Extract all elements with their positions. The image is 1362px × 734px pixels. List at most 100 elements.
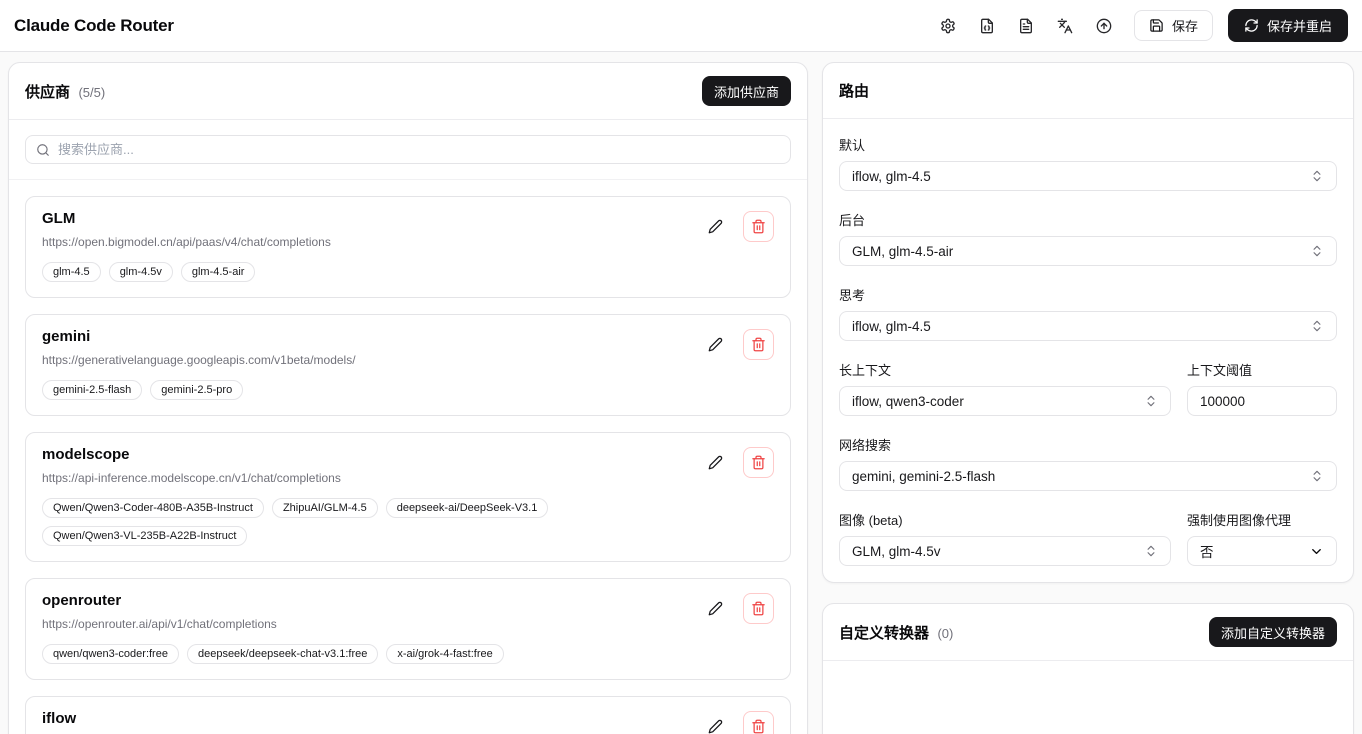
- pencil-icon: [708, 601, 723, 616]
- background-model-select[interactable]: GLM, glm-4.5-air: [839, 236, 1337, 266]
- think-model-select[interactable]: iflow, glm-4.5: [839, 311, 1337, 341]
- providers-count: (5/5): [78, 85, 105, 100]
- transformers-count: (0): [937, 626, 953, 641]
- field-image: 图像 (beta) GLM, glm-4.5v: [839, 510, 1171, 566]
- provider-url: https://openrouter.ai/api/v1/chat/comple…: [42, 617, 504, 631]
- translate-icon: [1057, 18, 1073, 34]
- model-tag: gemini-2.5-flash: [42, 380, 142, 400]
- force-image-proxy-value: 否: [1200, 541, 1214, 561]
- edit-provider-button[interactable]: [700, 593, 730, 623]
- save-button[interactable]: 保存: [1134, 10, 1213, 41]
- provider-url: https://open.bigmodel.cn/api/paas/v4/cha…: [42, 235, 331, 249]
- model-tag: deepseek/deepseek-chat-v3.1:free: [187, 644, 378, 664]
- providers-panel: 供应商 (5/5) 添加供应商 GLM https://open.bigmode…: [8, 62, 808, 734]
- transformers-list-empty: [823, 661, 1353, 734]
- chevrons-up-down-icon: [1144, 394, 1158, 408]
- image-model-value: GLM, glm-4.5v: [852, 544, 941, 559]
- field-image-label: 图像 (beta): [839, 510, 1171, 529]
- provider-card: gemini https://generativelanguage.google…: [25, 314, 791, 416]
- force-image-proxy-select[interactable]: 否: [1187, 536, 1337, 566]
- field-web-search: 网络搜索 gemini, gemini-2.5-flash: [839, 435, 1337, 491]
- save-restart-button-label: 保存并重启: [1267, 16, 1332, 35]
- model-tag: ZhipuAI/GLM-4.5: [272, 498, 378, 518]
- provider-search-area: [9, 120, 807, 180]
- model-tag: Qwen/Qwen3-VL-235B-A22B-Instruct: [42, 526, 247, 546]
- add-transformer-button[interactable]: 添加自定义转换器: [1209, 617, 1337, 647]
- default-model-value: iflow, glm-4.5: [852, 169, 931, 184]
- image-model-select[interactable]: GLM, glm-4.5v: [839, 536, 1171, 566]
- delete-provider-button[interactable]: [743, 447, 774, 478]
- transformers-panel-header: 自定义转换器 (0) 添加自定义转换器: [823, 604, 1353, 661]
- field-long-context: 长上下文 iflow, qwen3-coder: [839, 360, 1171, 416]
- provider-search-input[interactable]: [25, 135, 791, 164]
- chevron-down-icon: [1309, 544, 1324, 559]
- model-tags: gemini-2.5-flash gemini-2.5-pro: [42, 380, 356, 400]
- gear-icon: [940, 18, 956, 34]
- delete-provider-button[interactable]: [743, 593, 774, 624]
- context-threshold-input[interactable]: [1187, 386, 1337, 416]
- save-restart-button[interactable]: 保存并重启: [1228, 9, 1348, 42]
- model-tags: qwen/qwen3-coder:free deepseek/deepseek-…: [42, 644, 504, 664]
- long-context-model-value: iflow, qwen3-coder: [852, 394, 964, 409]
- chevrons-up-down-icon: [1310, 169, 1324, 183]
- chevrons-up-down-icon: [1310, 244, 1324, 258]
- provider-actions: [700, 592, 774, 664]
- trash-icon: [751, 337, 766, 352]
- json-config-button[interactable]: [970, 9, 1004, 43]
- transformers-title: 自定义转换器: [839, 625, 929, 642]
- right-column: 路由 默认 iflow, glm-4.5 后台 GLM, glm-4.5-air: [822, 62, 1354, 734]
- pencil-icon: [708, 719, 723, 734]
- edit-provider-button[interactable]: [700, 447, 730, 477]
- trash-icon: [751, 719, 766, 734]
- save-button-label: 保存: [1172, 16, 1198, 35]
- main-content: 供应商 (5/5) 添加供应商 GLM https://open.bigmode…: [0, 52, 1362, 734]
- provider-list: GLM https://open.bigmodel.cn/api/paas/v4…: [9, 180, 807, 734]
- web-search-model-select[interactable]: gemini, gemini-2.5-flash: [839, 461, 1337, 491]
- edit-provider-button[interactable]: [700, 329, 730, 359]
- app-title: Claude Code Router: [14, 16, 174, 36]
- field-image-row: 图像 (beta) GLM, glm-4.5v 强制使用图像代理 否: [839, 510, 1337, 566]
- log-file-icon: [1018, 18, 1034, 34]
- field-force-image-proxy: 强制使用图像代理 否: [1187, 510, 1337, 566]
- long-context-model-select[interactable]: iflow, qwen3-coder: [839, 386, 1171, 416]
- providers-panel-header: 供应商 (5/5) 添加供应商: [9, 63, 807, 120]
- log-file-button[interactable]: [1009, 9, 1043, 43]
- field-long-context-label: 长上下文: [839, 360, 1171, 379]
- model-tag: glm-4.5v: [109, 262, 173, 282]
- circle-arrow-up-icon: [1096, 18, 1112, 34]
- edit-provider-button[interactable]: [700, 211, 730, 241]
- model-tag: glm-4.5: [42, 262, 101, 282]
- provider-card: iflow https://apis.iflow.cn/v1/chat/comp…: [25, 696, 791, 734]
- field-web-search-label: 网络搜索: [839, 435, 1337, 454]
- provider-actions: [700, 210, 774, 282]
- model-tag: x-ai/grok-4-fast:free: [386, 644, 503, 664]
- default-model-select[interactable]: iflow, glm-4.5: [839, 161, 1337, 191]
- update-button[interactable]: [1087, 9, 1121, 43]
- field-default: 默认 iflow, glm-4.5: [839, 135, 1337, 191]
- delete-provider-button[interactable]: [743, 711, 774, 734]
- model-tags: Qwen/Qwen3-Coder-480B-A35B-Instruct Zhip…: [42, 498, 700, 546]
- provider-name: modelscope: [42, 446, 700, 463]
- model-tag: qwen/qwen3-coder:free: [42, 644, 179, 664]
- edit-provider-button[interactable]: [700, 711, 730, 734]
- add-provider-button[interactable]: 添加供应商: [702, 76, 791, 106]
- delete-provider-button[interactable]: [743, 211, 774, 242]
- model-tag: deepseek-ai/DeepSeek-V3.1: [386, 498, 549, 518]
- settings-button[interactable]: [931, 9, 965, 43]
- transformers-panel: 自定义转换器 (0) 添加自定义转换器: [822, 603, 1354, 734]
- field-long-context-row: 长上下文 iflow, qwen3-coder 上下文阈值: [839, 360, 1337, 416]
- router-title: 路由: [839, 80, 869, 101]
- delete-provider-button[interactable]: [743, 329, 774, 360]
- chevrons-up-down-icon: [1310, 319, 1324, 333]
- language-button[interactable]: [1048, 9, 1082, 43]
- save-icon: [1149, 18, 1164, 33]
- provider-card: openrouter https://openrouter.ai/api/v1/…: [25, 578, 791, 680]
- field-default-label: 默认: [839, 135, 1337, 154]
- chevrons-up-down-icon: [1310, 469, 1324, 483]
- field-think-label: 思考: [839, 285, 1337, 304]
- background-model-value: GLM, glm-4.5-air: [852, 244, 953, 259]
- provider-info: GLM https://open.bigmodel.cn/api/paas/v4…: [42, 210, 331, 282]
- router-panel-header: 路由: [823, 63, 1353, 119]
- pencil-icon: [708, 455, 723, 470]
- pencil-icon: [708, 219, 723, 234]
